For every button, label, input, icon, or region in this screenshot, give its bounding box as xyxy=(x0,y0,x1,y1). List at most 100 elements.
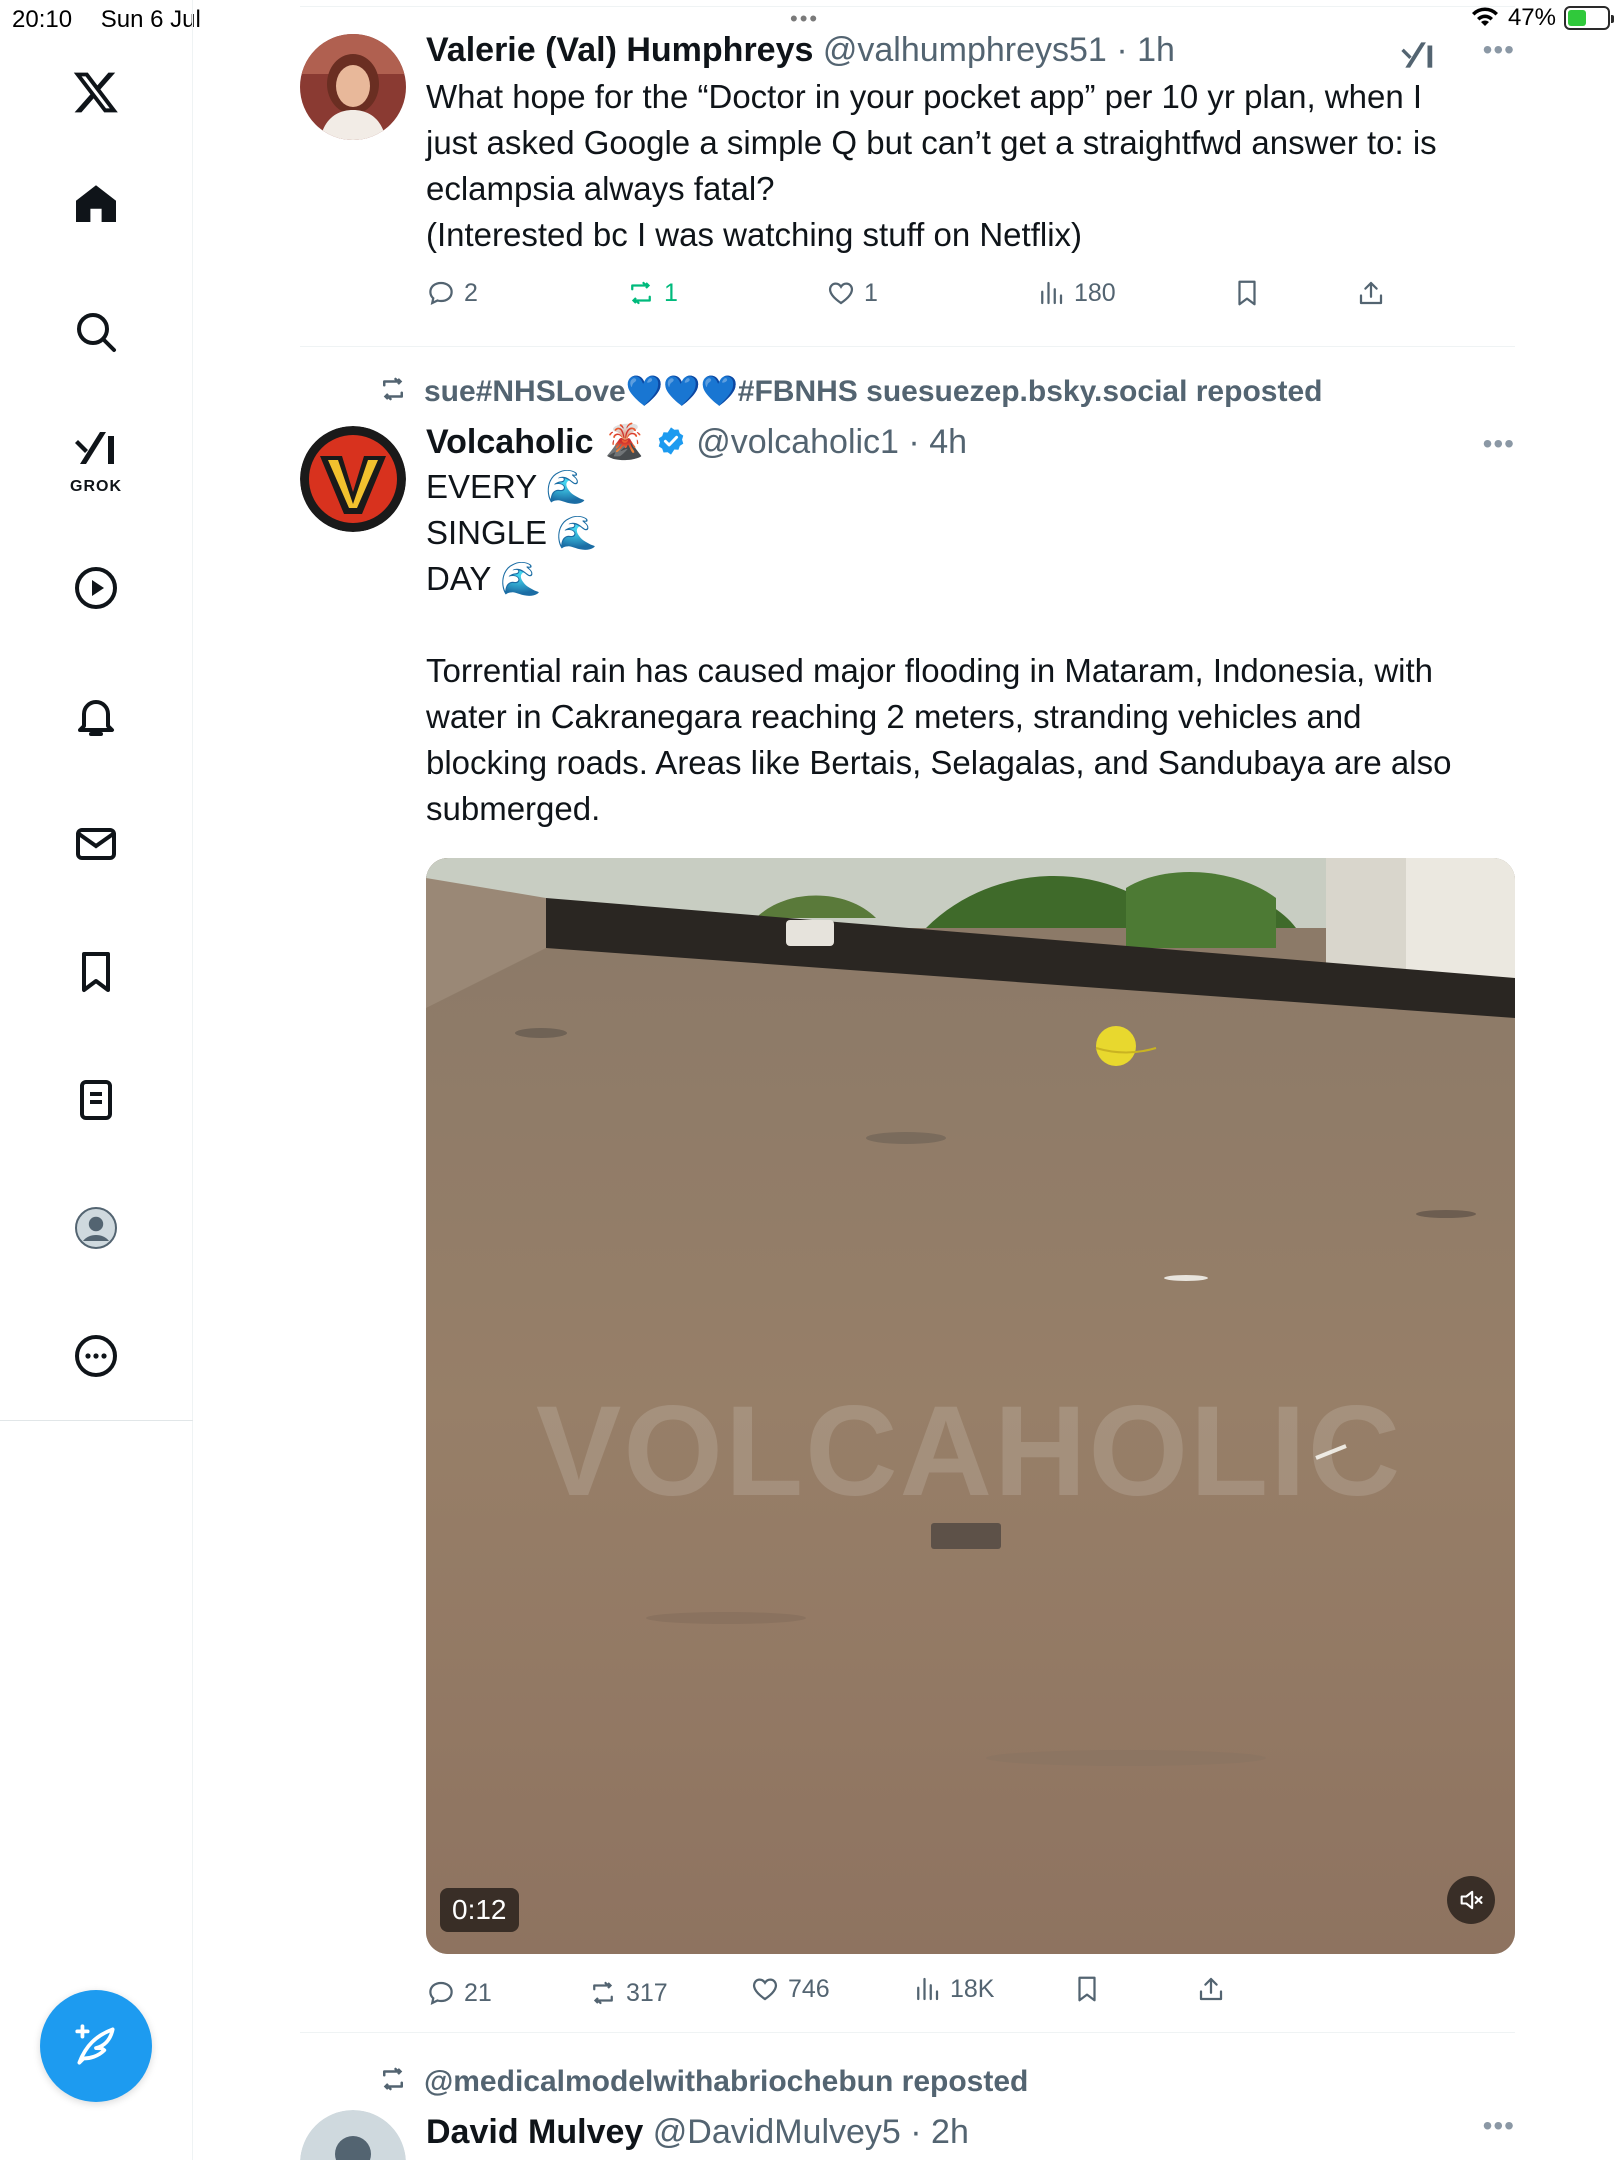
repost-icon xyxy=(376,2064,410,2102)
author-handle[interactable]: @volcaholic1 xyxy=(696,423,899,461)
heart-icon xyxy=(752,1978,778,2001)
views-count: 18K xyxy=(950,1974,995,2003)
reply-count: 21 xyxy=(464,1978,492,2007)
tweet-time[interactable]: · 1h xyxy=(1116,31,1175,69)
mute-button[interactable] xyxy=(1447,1876,1495,1924)
bookmark-icon xyxy=(1078,1976,1096,2002)
views-icon xyxy=(917,1977,939,2001)
verified-badge-icon xyxy=(658,427,684,455)
bookmark-icon xyxy=(1238,280,1256,306)
views-icon xyxy=(1041,281,1063,305)
sidebar-item-bookmarks[interactable] xyxy=(66,942,126,1002)
tweet-valerie[interactable]: Valerie (Val) Humphreys @valhumphreys51 … xyxy=(300,28,1515,348)
tweet-header: Valerie (Val) Humphreys @valhumphreys51 … xyxy=(426,28,1515,72)
reply-icon xyxy=(429,281,453,305)
sidebar-item-messages[interactable] xyxy=(66,814,126,874)
author-name-emoji: 🌋 xyxy=(602,423,646,461)
sidebar-nav: GROK xyxy=(0,0,193,2160)
repost-context-label: sue#NHSLove💙💙💙#FBNHS suesuezep.bsky.soci… xyxy=(424,375,1323,408)
repost-count: 1 xyxy=(664,278,678,307)
more-options-icon[interactable]: ••• xyxy=(1483,428,1515,460)
repost-icon xyxy=(593,1981,613,2005)
tweet-header: Volcaholic 🌋 @volcaholic1 · 4h xyxy=(426,420,1515,464)
reply-button[interactable]: 2 xyxy=(426,278,478,308)
repost-context[interactable]: @medicalmodelwithabriochebun reposted xyxy=(376,2064,1028,2102)
share-button[interactable] xyxy=(1356,278,1386,308)
sidebar-item-grok[interactable] xyxy=(66,418,126,478)
tweet-divider xyxy=(300,346,1515,347)
share-icon xyxy=(1359,281,1383,305)
mail-icon xyxy=(76,828,116,860)
repost-button[interactable]: 1 xyxy=(626,278,678,308)
sidebar-item-more[interactable] xyxy=(66,1326,126,1386)
repost-count: 317 xyxy=(626,1978,668,2007)
battery-percent: 47% xyxy=(1507,4,1556,31)
repost-context[interactable]: sue#NHSLove💙💙💙#FBNHS suesuezep.bsky.soci… xyxy=(376,374,1322,412)
like-count: 1 xyxy=(864,278,878,307)
author-handle[interactable]: @DavidMulvey5 xyxy=(653,2113,901,2151)
speaker-muted-icon xyxy=(1460,1890,1483,1910)
sidebar-divider xyxy=(0,1420,193,1421)
author-name[interactable]: David Mulvey xyxy=(426,2113,643,2151)
sidebar-item-video[interactable] xyxy=(66,558,126,618)
views-button[interactable]: 180 xyxy=(1036,278,1116,308)
like-button[interactable]: 1 xyxy=(826,278,878,308)
tweet-david-mulvey[interactable]: David Mulvey @DavidMulvey5 · 2h ••• xyxy=(300,2110,1515,2160)
more-options-icon[interactable]: ••• xyxy=(1483,2110,1515,2142)
more-options-icon[interactable]: ••• xyxy=(1483,34,1515,66)
avatar[interactable] xyxy=(300,34,406,140)
share-icon xyxy=(1199,1977,1223,2001)
bookmark-button[interactable] xyxy=(1072,1974,1102,2004)
repost-icon xyxy=(631,281,651,305)
play-icon xyxy=(75,567,117,609)
views-button[interactable]: 18K xyxy=(912,1974,994,2004)
heart-icon xyxy=(828,282,854,305)
avatar[interactable] xyxy=(300,426,406,532)
bookmark-icon xyxy=(82,952,110,992)
reply-count: 2 xyxy=(464,278,478,307)
tweet-time[interactable]: · 4h xyxy=(908,423,967,461)
feed-top-border xyxy=(300,6,1515,7)
views-count: 180 xyxy=(1074,278,1116,307)
bookmark-button[interactable] xyxy=(1232,278,1262,308)
avatar-icon xyxy=(75,1207,117,1249)
grok-explain-icon[interactable] xyxy=(1399,36,1437,79)
grok-icon xyxy=(75,432,114,464)
avatar[interactable] xyxy=(300,2110,406,2160)
compose-button[interactable] xyxy=(40,1990,152,2102)
more-icon xyxy=(75,1335,117,1377)
video-watermark: VOLCAHOLIC xyxy=(536,1380,1403,1523)
tweet-text: EVERY 🌊 SINGLE 🌊 DAY 🌊 Torrential rain h… xyxy=(426,468,1452,827)
battery-level-fill xyxy=(1568,10,1586,26)
grok-caption: GROK xyxy=(70,478,122,495)
tweet-text: What hope for the “Doctor in your pocket… xyxy=(426,78,1437,253)
bell-icon xyxy=(78,700,114,736)
tweet-divider xyxy=(300,2032,1515,2033)
author-name[interactable]: Valerie (Val) Humphreys xyxy=(426,31,813,69)
reply-icon xyxy=(429,1981,453,2005)
search-icon xyxy=(77,313,116,352)
repost-icon xyxy=(376,374,410,412)
sidebar-item-profile[interactable] xyxy=(66,1198,126,1258)
sidebar-item-lists[interactable] xyxy=(66,1070,126,1130)
repost-button[interactable]: 317 xyxy=(588,1978,668,2008)
video-duration: 0:12 xyxy=(440,1888,519,1932)
reply-button[interactable]: 21 xyxy=(426,1978,492,2008)
sidebar-item-explore[interactable] xyxy=(66,302,126,362)
author-handle[interactable]: @valhumphreys51 xyxy=(823,31,1107,69)
like-count: 746 xyxy=(788,1974,830,2003)
sidebar-item-home[interactable] xyxy=(66,174,126,234)
list-icon xyxy=(80,1080,112,1120)
repost-context-label: @medicalmodelwithabriochebun reposted xyxy=(424,2064,1029,2098)
like-button[interactable]: 746 xyxy=(750,1974,830,2004)
tweet-time[interactable]: · 2h xyxy=(910,2113,969,2151)
home-icon xyxy=(76,185,116,222)
author-name[interactable]: Volcaholic xyxy=(426,423,594,461)
tweet-header: David Mulvey @DavidMulvey5 · 2h xyxy=(426,2110,1515,2154)
video-player[interactable]: VOLCAHOLIC 0:12 xyxy=(426,858,1515,1954)
compose-icon xyxy=(75,2024,115,2065)
wifi-icon xyxy=(1471,7,1498,26)
share-button[interactable] xyxy=(1196,1974,1226,2004)
x-logo-icon[interactable] xyxy=(66,62,126,122)
sidebar-item-notifications[interactable] xyxy=(66,686,126,746)
